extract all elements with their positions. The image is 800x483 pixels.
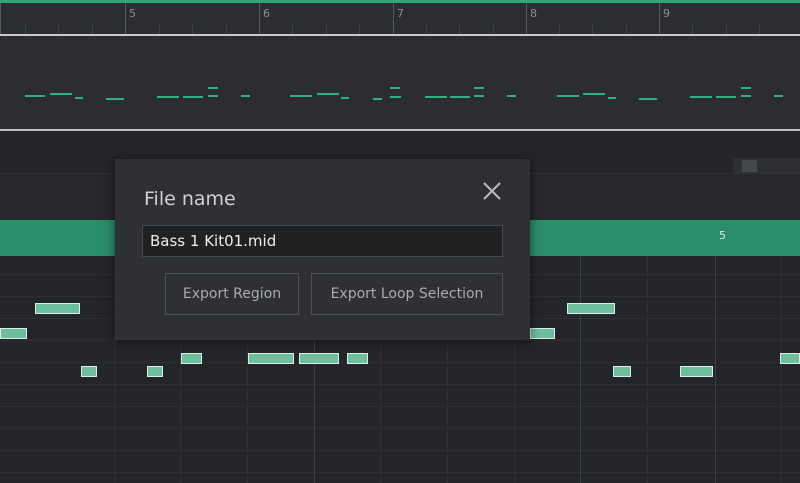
midi-note[interactable] <box>780 353 800 364</box>
timeline-ruler[interactable]: 5 6 7 8 9 <box>0 0 800 34</box>
close-icon <box>483 182 501 200</box>
bar-tick <box>659 3 660 34</box>
close-button[interactable] <box>480 179 504 203</box>
bar-tick <box>526 3 527 34</box>
bar-tick <box>393 3 394 34</box>
midi-note[interactable] <box>299 353 339 364</box>
bar-tick <box>125 3 126 34</box>
dialog-title: File name <box>144 188 236 210</box>
midi-note[interactable] <box>347 353 368 364</box>
bar-number: 9 <box>663 7 670 20</box>
export-dialog: File name Export Region Export Loop Sele… <box>115 159 530 340</box>
filename-input[interactable] <box>142 225 503 257</box>
midi-note[interactable] <box>613 366 631 377</box>
midi-note[interactable] <box>81 366 97 377</box>
midi-note[interactable] <box>567 303 615 314</box>
bar-number: 5 <box>129 7 136 20</box>
bar-number: 6 <box>263 7 270 20</box>
midi-note[interactable] <box>0 328 27 339</box>
bar-number: 7 <box>397 7 404 20</box>
midi-note[interactable] <box>680 366 713 377</box>
bar-tick <box>259 3 260 34</box>
export-region-button[interactable]: Export Region <box>165 273 299 315</box>
bar-tick <box>0 3 1 34</box>
midi-note[interactable] <box>530 328 555 339</box>
midi-note[interactable] <box>147 366 163 377</box>
midi-note[interactable] <box>35 303 80 314</box>
export-loop-selection-button[interactable]: Export Loop Selection <box>311 273 503 315</box>
midi-note[interactable] <box>248 353 294 364</box>
timeline-bar-number: 5 <box>719 229 726 242</box>
region-overview[interactable] <box>0 36 800 129</box>
scrollbar-thumb[interactable] <box>742 160 757 172</box>
midi-note[interactable] <box>181 353 202 364</box>
bar-number: 8 <box>530 7 537 20</box>
